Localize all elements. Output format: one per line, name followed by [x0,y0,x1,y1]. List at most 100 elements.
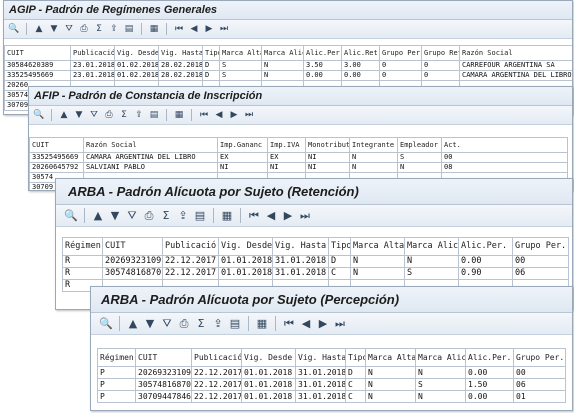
layout-icon[interactable]: ▤ [193,209,207,223]
previous-page-icon[interactable]: ◀ [188,23,200,35]
column-header[interactable]: Régimen [97,348,136,367]
previous-page-icon[interactable]: ◀ [213,109,225,121]
export-icon[interactable]: ⇪ [176,209,190,223]
column-header[interactable]: Empleador [397,137,442,153]
details-icon[interactable]: 🔍 [64,209,78,223]
layout-icon[interactable]: ▤ [228,317,242,331]
column-header[interactable]: Tipo [328,237,351,256]
spreadsheet-icon[interactable]: ▦ [220,209,234,223]
sort-descending-icon[interactable]: ▼ [48,23,60,35]
column-header[interactable]: Imp.Gananc [217,137,268,153]
column-header[interactable]: Grupo Per. [512,237,569,256]
print-preview-icon[interactable]: ⎙ [78,23,90,35]
table-row[interactable]: P 30709447846 22.12.2017 01.01.2018 31.01.20… [97,390,566,403]
table-row[interactable]: R 20269323109 22.12.2017 01.01.2018 31.01.20… [62,255,569,268]
column-header[interactable]: Grupo Per. [379,45,422,61]
next-page-icon[interactable]: ▶ [281,209,295,223]
last-page-icon[interactable]: ⏭ [333,317,347,331]
column-header[interactable]: Publicació [70,45,115,61]
sum-icon[interactable]: Σ [118,109,130,121]
column-header[interactable]: Alic.Per. [458,237,513,256]
column-header[interactable]: Vig. Hasta [158,45,203,61]
previous-page-icon[interactable]: ◀ [299,317,313,331]
column-header[interactable]: Marca Alta [350,237,405,256]
table-row[interactable]: 30584620389 23.01.2018 01.02.2018 28.02.201… [4,60,572,71]
last-page-icon[interactable]: ⏭ [218,23,230,35]
table-row[interactable]: P 20269323109 22.12.2017 01.01.2018 31.01.20… [97,366,566,379]
layout-icon[interactable]: ▤ [123,23,135,35]
column-header[interactable]: CUIT [102,237,163,256]
details-icon[interactable]: 🔍 [99,317,113,331]
column-header[interactable]: Imp.IVA [267,137,306,153]
column-header[interactable]: Vig. Hasta [295,348,346,367]
column-header[interactable]: Marca Alic [404,237,459,256]
column-header[interactable]: CUIT [29,137,84,153]
next-page-icon[interactable]: ▶ [228,109,240,121]
export-icon[interactable]: ⇪ [211,317,225,331]
print-preview-icon[interactable]: ⎙ [103,109,115,121]
column-header[interactable]: Vig. Hasta [272,237,329,256]
spreadsheet-icon[interactable]: ▦ [173,109,185,121]
print-preview-icon[interactable]: ⎙ [142,209,156,223]
sum-icon[interactable]: Σ [93,23,105,35]
first-page-icon[interactable]: ⏮ [173,23,185,35]
export-icon[interactable]: ⇪ [108,23,120,35]
sort-descending-icon[interactable]: ▼ [143,317,157,331]
filter-icon[interactable]: ⛛ [63,23,75,35]
column-header[interactable]: Alic.Per. [303,45,342,61]
filter-icon[interactable]: ⛛ [125,209,139,223]
last-page-icon[interactable]: ⏭ [243,109,255,121]
table-row[interactable]: R 30574816870 22.12.2017 01.01.2018 31.01.20… [62,267,569,280]
table-row[interactable]: 20260645792 SALVIANI PABLO NI NI NI N N 08 [29,162,568,173]
column-header[interactable]: Vig. Desde [114,45,159,61]
column-header[interactable]: Monotribut [305,137,350,153]
column-header[interactable]: Alic.Ret. [341,45,380,61]
column-header[interactable]: CUIT [4,45,71,61]
spreadsheet-icon[interactable]: ▦ [255,317,269,331]
column-header[interactable]: CUIT [135,348,192,367]
sort-ascending-icon[interactable]: ▲ [58,109,70,121]
filter-icon[interactable]: ⛛ [160,317,174,331]
last-page-icon[interactable]: ⏭ [298,209,312,223]
next-page-icon[interactable]: ▶ [203,23,215,35]
first-page-icon[interactable]: ⏮ [198,109,210,121]
column-header[interactable]: Marca Alta [365,348,416,367]
column-header[interactable]: Marca Alta [219,45,262,61]
print-preview-icon[interactable]: ⎙ [177,317,191,331]
column-header[interactable]: Alic.Per. [465,348,514,367]
sort-descending-icon[interactable]: ▼ [73,109,85,121]
column-header[interactable]: Vig. Desde [241,348,296,367]
column-header[interactable]: Tipo [202,45,220,61]
sort-ascending-icon[interactable]: ▲ [91,209,105,223]
sum-icon[interactable]: Σ [159,209,173,223]
column-header[interactable]: Integrante [349,137,398,153]
column-header[interactable]: Razón Social [459,45,572,61]
column-header[interactable]: Tipo [345,348,366,367]
first-page-icon[interactable]: ⏮ [247,209,261,223]
column-header[interactable]: Publicació [162,237,219,256]
export-icon[interactable]: ⇪ [133,109,145,121]
first-page-icon[interactable]: ⏮ [282,317,296,331]
sum-icon[interactable]: Σ [194,317,208,331]
previous-page-icon[interactable]: ◀ [264,209,278,223]
column-header[interactable]: Grupo Per. [513,348,566,367]
next-page-icon[interactable]: ▶ [316,317,330,331]
sort-ascending-icon[interactable]: ▲ [126,317,140,331]
details-icon[interactable]: 🔍 [8,23,20,35]
column-header[interactable]: Vig. Desde [218,237,273,256]
column-header[interactable]: Régimen [62,237,103,256]
spreadsheet-icon[interactable]: ▦ [148,23,160,35]
table-row[interactable]: P 30574816870 22.12.2017 01.01.2018 31.01.20… [97,378,566,391]
sort-descending-icon[interactable]: ▼ [108,209,122,223]
column-header[interactable]: Publicació [191,348,242,367]
layout-icon[interactable]: ▤ [148,109,160,121]
column-header[interactable]: Marca Alic [261,45,304,61]
column-header[interactable]: Act. [441,137,568,153]
column-header[interactable]: Razón Social [83,137,218,153]
sort-ascending-icon[interactable]: ▲ [33,23,45,35]
table-row[interactable]: 33525495669 23.01.2018 01.02.2018 28.02.201… [4,70,572,81]
filter-icon[interactable]: ⛛ [88,109,100,121]
column-header[interactable]: Marca Alic [415,348,466,367]
column-header[interactable]: Grupo Ret [421,45,460,61]
table-row[interactable]: 33525495669 CAMARA ARGENTINA DEL LIBRO EX E… [29,152,568,163]
